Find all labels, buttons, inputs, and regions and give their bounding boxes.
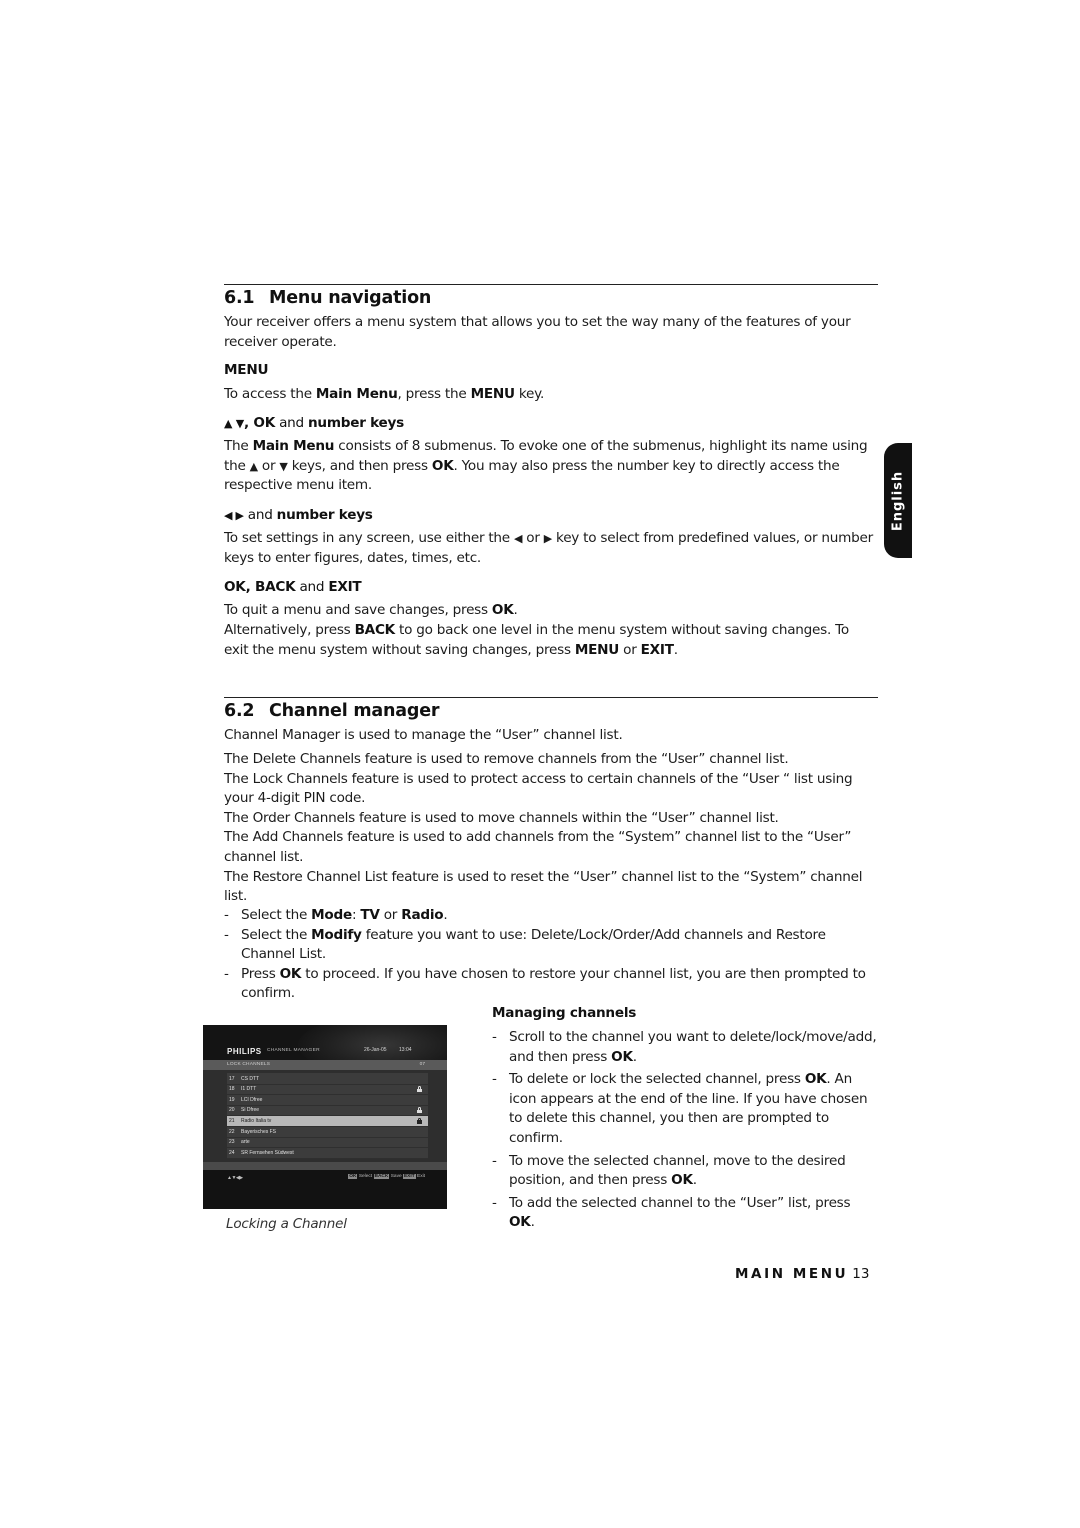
channel-number: 18 (229, 1086, 235, 1093)
channel-row: 23 arte (227, 1138, 428, 1149)
feature-delete: The Delete Channels feature is used to r… (224, 751, 789, 767)
channel-name: LCI Dfree (241, 1096, 263, 1103)
exit-key-action: Exit (417, 1174, 425, 1179)
back-key: BACK (373, 1174, 390, 1179)
channel-name: Radio Italia tv (241, 1117, 272, 1124)
section-title: Menu navigation (269, 288, 432, 308)
managing-item: - To delete or lock the selected channel,… (492, 1071, 868, 1146)
channel-number: 24 (229, 1149, 235, 1156)
managing-list: - Scroll to the channel you want to delet… (492, 1028, 877, 1233)
leftright-text: To set settings in any screen, use eithe… (224, 530, 873, 566)
channel-name: arte (241, 1139, 250, 1146)
list-count: 07 (419, 1062, 425, 1067)
section-divider (224, 697, 878, 698)
left-arrow-icon: ◀ (513, 532, 523, 545)
navigation-arrows-icon: ▲▼◀▶ (227, 1175, 243, 1181)
lock-icon (417, 1117, 422, 1124)
feature-lock: The Lock Channels feature is used to pro… (224, 770, 853, 807)
down-arrow-icon: ▼ (279, 459, 288, 473)
right-arrow-icon: ▶ (543, 532, 552, 545)
okbackexit-subheading: OK, BACK and EXIT (224, 579, 362, 595)
up-down-arrow-icon: ▲ ▼ (224, 417, 244, 430)
menu-text: To access the Main Menu, press the MENU … (224, 386, 545, 402)
section-title: Channel manager (269, 701, 440, 721)
feature-restore: The Restore Channel List feature is used… (224, 868, 863, 905)
feature-order: The Order Channels feature is used to mo… (224, 809, 779, 826)
step-item: - Select the Modify feature you want to u… (224, 926, 826, 963)
channel-row: 22 Bayerisches FS (227, 1127, 428, 1138)
channel-list: 17 CS DTT 18 I1 DTT 19 LCI Dfree 20 Si Dfree 21 R… (227, 1073, 428, 1159)
step-item: - Select the Mode: TV or Radio. (224, 907, 448, 923)
okbackexit-line2: Alternatively, press BACK to go back one… (224, 622, 849, 658)
updown-text: The Main Menu consists of 8 submenus. To… (224, 438, 868, 494)
left-right-arrow-icon: ◀ ▶ (224, 509, 244, 522)
menu-subheading: MENU (224, 362, 269, 378)
lock-icon (417, 1086, 422, 1093)
channel-number: 23 (229, 1139, 235, 1146)
channel-name: SR Fernsehen Südwest (241, 1149, 294, 1156)
managing-item: - Scroll to the channel you want to delet… (492, 1029, 877, 1065)
language-tab-label: English (890, 470, 906, 531)
steps-list: - Select the Mode: TV or Radio. - Select t… (224, 906, 874, 1004)
channel-number: 17 (229, 1075, 235, 1082)
ok-key: OK (348, 1174, 358, 1179)
channel-number: 19 (229, 1096, 235, 1103)
channel-row: 21 Radio Italia tv (227, 1116, 428, 1127)
feature-list: The Delete Channels feature is used to r… (224, 750, 874, 907)
channel-row: 19 LCI Dfree (227, 1095, 428, 1106)
channel-number: 20 (229, 1107, 235, 1114)
managing-channels-heading: Managing channels (492, 1005, 637, 1021)
updown-subheading: ▲ ▼, OK and number keys (224, 415, 404, 431)
leftright-subheading: ◀ ▶ and number keys (224, 507, 373, 523)
channel-name: Bayerisches FS (241, 1128, 277, 1135)
channel-row: 17 CS DTT (227, 1074, 428, 1085)
channel-number: 21 (229, 1117, 235, 1124)
menu-navigation-intro: Your receiver offers a menu system that … (224, 314, 851, 350)
brand-logo: PHILIPS (227, 1047, 262, 1056)
language-tab: English (884, 443, 912, 558)
list-title-bar: LOCK CHANNELS 07 (203, 1060, 447, 1070)
page-footer: MAIN MENU 13 (735, 1266, 869, 1282)
channel-name: I1 DTT (241, 1086, 257, 1093)
screen-time: 13:04 (399, 1047, 412, 1053)
exit-key: EXIT (402, 1174, 416, 1179)
list-title: LOCK CHANNELS (227, 1062, 271, 1067)
channel-name: CS DTT (241, 1075, 260, 1082)
section-number: 6.1 (224, 288, 255, 308)
page-number: 13 (852, 1266, 870, 1282)
channel-name: Si Dfree (241, 1107, 260, 1114)
managing-item: - To add the selected channel to the “Use… (492, 1194, 851, 1231)
list-footer-band (203, 1162, 447, 1170)
section-divider (224, 284, 878, 285)
channel-row: 24 SR Fernsehen Südwest (227, 1148, 428, 1159)
ok-key-action: Select (358, 1174, 373, 1179)
screen-date: 26-Jan-05 (364, 1047, 387, 1053)
managing-item: - To move the selected channel, move to t… (492, 1152, 846, 1189)
figure-caption: Locking a Channel (226, 1216, 347, 1232)
footer-section: MAIN MENU (735, 1266, 849, 1282)
feature-add: The Add Channels feature is used to add … (224, 829, 852, 865)
section-number: 6.2 (224, 701, 255, 721)
okbackexit-line1: To quit a menu and save changes, press O… (224, 602, 518, 618)
channel-manager-intro: Channel Manager is used to manage the “U… (224, 727, 623, 743)
screen-section-title: CHANNEL MANAGER (267, 1048, 320, 1053)
up-arrow-icon: ▲ (249, 459, 258, 473)
tv-screenshot-lock-channels: PHILIPS CHANNEL MANAGER 26-Jan-05 13:04 … (203, 1025, 447, 1209)
back-key-action: Save (390, 1174, 402, 1179)
lock-icon (417, 1107, 422, 1114)
section-heading-channel-manager: 6.2 Channel manager (224, 701, 440, 721)
key-hints: OK Select BACK Save EXIT Exit (348, 1174, 425, 1179)
step-item: - Press OK to proceed. If you have chosen… (224, 965, 866, 1002)
section-heading-menu-navigation: 6.1 Menu navigation (224, 288, 431, 308)
channel-row: 18 I1 DTT (227, 1085, 428, 1096)
channel-number: 22 (229, 1128, 235, 1135)
channel-row: 20 Si Dfree (227, 1106, 428, 1117)
key-hint-bar: ▲▼◀▶ OK Select BACK Save EXIT Exit (203, 1170, 447, 1209)
